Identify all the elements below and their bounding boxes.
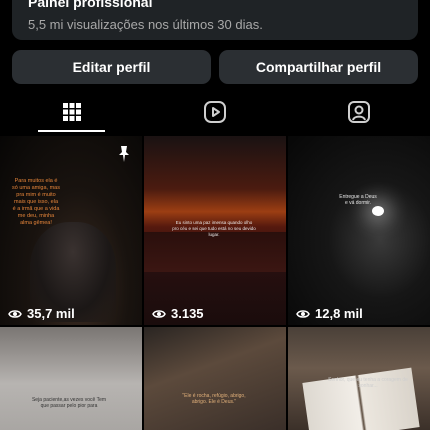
eye-icon: [152, 309, 166, 318]
posts-grid: Para muitos ela é só uma amiga, mas pra …: [0, 136, 430, 430]
professional-panel[interactable]: Painel profissional 5,5 mi visualizações…: [12, 0, 418, 40]
edit-profile-button[interactable]: Editar perfil: [12, 50, 211, 84]
post-thumbnail[interactable]: Eu sinto uma paz imensa quando olho pro …: [144, 136, 286, 325]
professional-panel-title: Painel profissional: [28, 0, 153, 10]
share-profile-button[interactable]: Compartilhar perfil: [219, 50, 418, 84]
professional-panel-subtitle: 5,5 mi visualizações nos últimos 30 dias…: [28, 17, 263, 32]
post-overlay-text: Senhor, que eu tenha a coragem de sonhar…: [328, 377, 408, 389]
post-thumbnail[interactable]: Seja paciente,as vezes você Tem que pass…: [0, 327, 142, 430]
post-thumbnail[interactable]: Entregue a Deus e vá dormir. 12,8 mil: [288, 136, 430, 325]
post-thumbnail[interactable]: "Ele é rocha, refúgio, abrigo, abrigo. E…: [144, 327, 286, 430]
post-photo-lamp: [372, 206, 384, 216]
post-view-count: 3.135: [152, 306, 204, 321]
view-count-value: 3.135: [171, 306, 204, 321]
post-photo-sea: [144, 232, 286, 272]
tab-reels[interactable]: [143, 92, 286, 132]
post-overlay-text: Para muitos ela é só uma amiga, mas pra …: [12, 178, 60, 226]
view-count-value: 12,8 mil: [315, 306, 363, 321]
pin-icon: [119, 146, 129, 162]
post-overlay-text: Entregue a Deus e vá dormir.: [339, 194, 377, 206]
view-count-value: 35,7 mil: [27, 306, 75, 321]
eye-icon: [8, 309, 22, 318]
active-tab-indicator: [38, 130, 105, 132]
eye-icon: [296, 309, 310, 318]
post-overlay-text: "Ele é rocha, refúgio, abrigo, abrigo. E…: [182, 393, 246, 405]
tab-posts-grid[interactable]: [0, 92, 143, 132]
post-view-count: 12,8 mil: [296, 306, 363, 321]
post-thumbnail[interactable]: Para muitos ela é só uma amiga, mas pra …: [0, 136, 142, 325]
post-thumbnail[interactable]: Senhor, que eu tenha a coragem de sonhar…: [288, 327, 430, 430]
post-view-count: 35,7 mil: [8, 306, 75, 321]
tagged-icon: [347, 101, 370, 123]
post-overlay-text: Eu sinto uma paz imensa quando olho pro …: [172, 220, 256, 237]
tab-tagged[interactable]: [287, 92, 430, 132]
post-overlay-text: Seja paciente,as vezes você Tem que pass…: [31, 397, 107, 409]
grid-icon: [62, 103, 81, 121]
reels-icon: [203, 101, 226, 123]
profile-tabs: [0, 92, 430, 134]
